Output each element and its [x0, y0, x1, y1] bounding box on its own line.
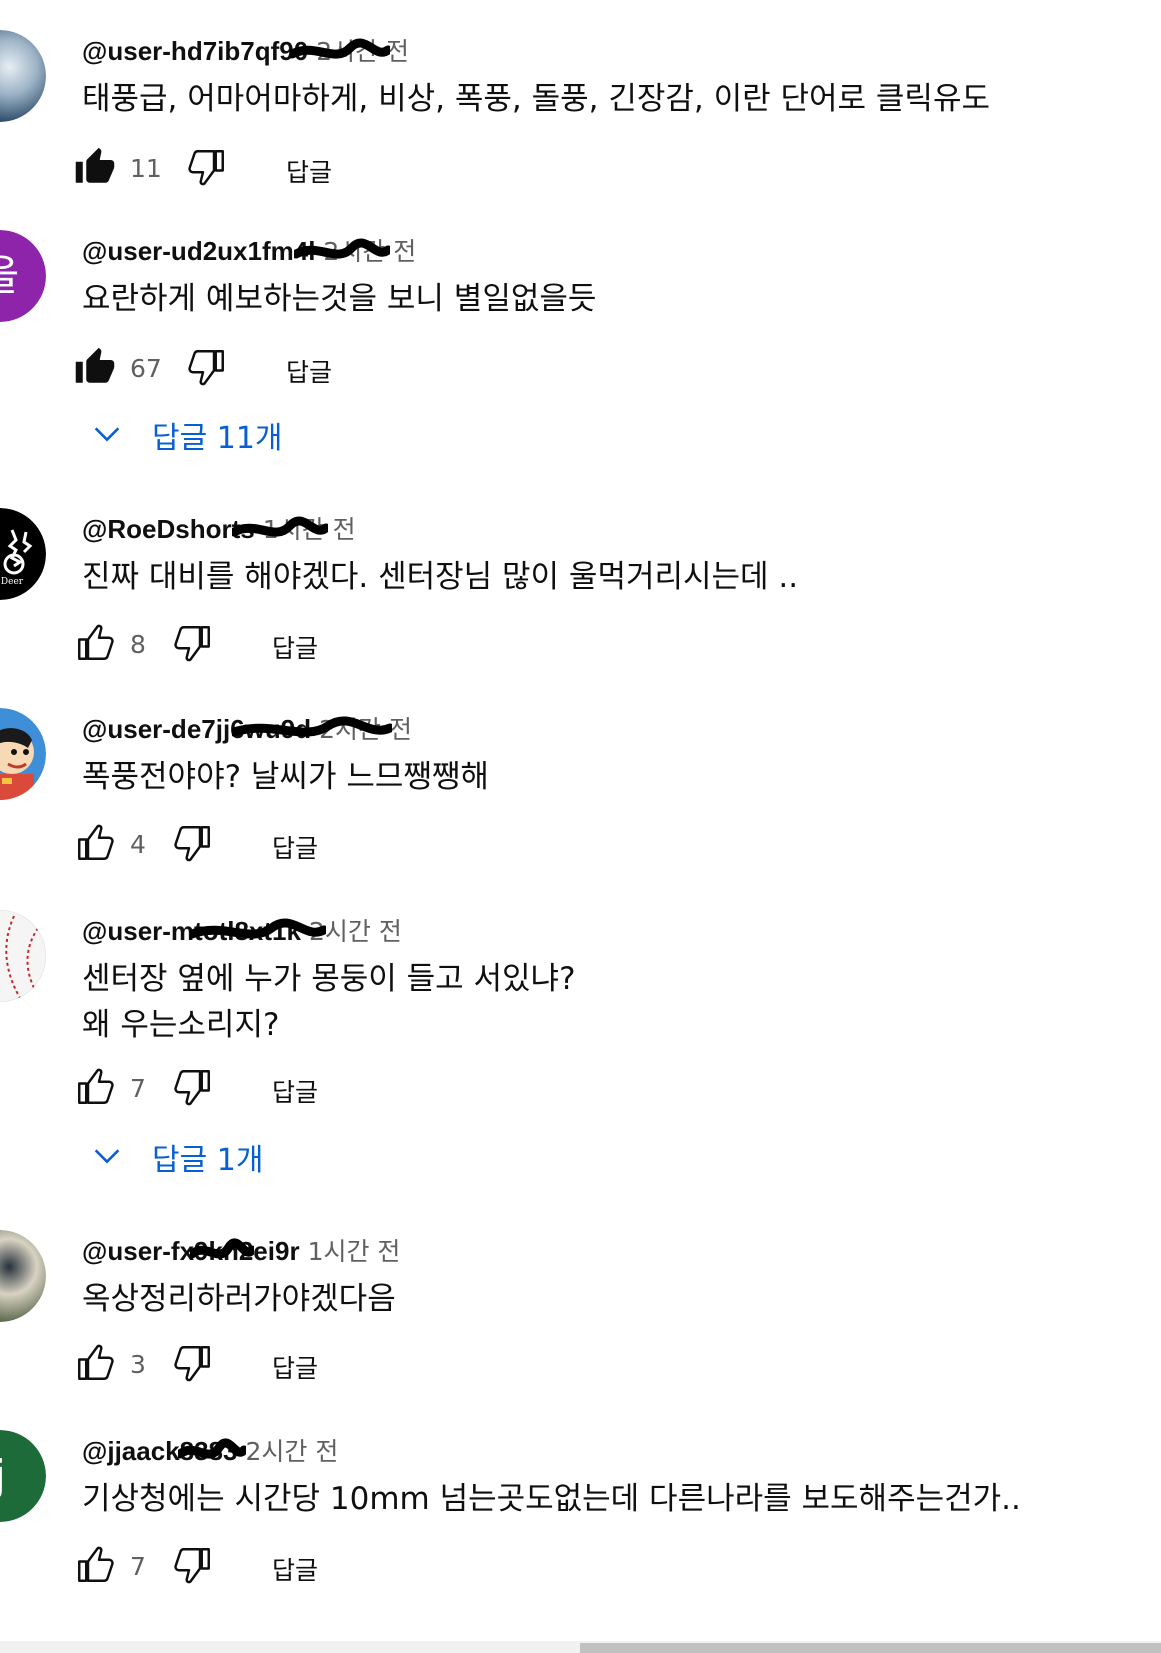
thumbs-up-icon — [74, 1344, 116, 1388]
thumbs-up-icon — [74, 824, 116, 868]
like-count: 7 — [130, 1552, 146, 1581]
thumbs-down-icon — [186, 150, 228, 192]
like-count: 3 — [130, 1350, 146, 1379]
like-button[interactable] — [74, 822, 116, 868]
avatar[interactable] — [0, 708, 46, 800]
comment-text: 기상청에는 시간당 10mm 넘는곳도없는데 다른나라를 보도해주는건가.. — [82, 1476, 1021, 1522]
comment-actions: 8 답글 — [78, 618, 378, 670]
like-button[interactable] — [74, 622, 116, 668]
comment-text-line: 태풍급, 어마어마하게, 비상, 폭풍, 돌풍, 긴장감, 이란 단어로 클릭유… — [82, 81, 990, 117]
reply-button[interactable]: 답글 — [272, 1349, 318, 1385]
redaction-scribble — [229, 516, 331, 548]
dislike-button[interactable] — [172, 1066, 214, 1112]
redaction-scribble — [187, 1238, 257, 1270]
horizontal-scrollbar-thumb[interactable] — [580, 1643, 1161, 1653]
thumbs-down-icon — [172, 826, 214, 868]
redaction-scribble — [287, 38, 393, 70]
comment-text-line: 옥상정리하러가야겠다음 — [82, 1281, 396, 1317]
comment-actions: 11 답글 — [75, 142, 378, 194]
thumbs-up-icon — [74, 1068, 116, 1112]
thumbs-down-icon — [186, 350, 228, 392]
like-button[interactable] — [74, 346, 116, 392]
reply-button[interactable]: 답글 — [286, 153, 332, 189]
dislike-button[interactable] — [186, 346, 228, 392]
like-button[interactable] — [74, 146, 116, 192]
reply-button[interactable]: 답글 — [286, 353, 332, 389]
show-replies-button[interactable]: 답글 11개 — [90, 409, 350, 459]
thumbs-down-icon — [172, 1548, 214, 1590]
dislike-button[interactable] — [186, 146, 228, 192]
thumbs-up-icon — [74, 624, 116, 668]
avatar[interactable]: Deer — [0, 508, 46, 600]
like-count: 4 — [130, 830, 146, 859]
thumbs-up-icon — [74, 347, 116, 392]
thumbs-up-icon — [74, 147, 116, 192]
avatar[interactable] — [0, 30, 46, 122]
comment-text: 태풍급, 어마어마하게, 비상, 폭풍, 돌풍, 긴장감, 이란 단어로 클릭유… — [82, 76, 990, 122]
comment-actions: 7 답글 — [78, 1062, 378, 1114]
avatar[interactable]: j — [0, 1430, 46, 1522]
comment-actions: 3 답글 — [78, 1338, 378, 1390]
avatar[interactable]: 을 — [0, 230, 46, 322]
author-name[interactable]: @user-hd7ib7qf90 — [82, 36, 308, 66]
reply-button[interactable]: 답글 — [272, 1551, 318, 1587]
thumbs-up-icon — [74, 1546, 116, 1590]
dislike-button[interactable] — [172, 622, 214, 668]
chevron-down-icon — [90, 1139, 124, 1177]
comment-actions: 4 답글 — [78, 818, 378, 870]
thumbs-down-icon — [172, 1070, 214, 1112]
author-name[interactable]: @user-ud2ux1fm4l — [82, 236, 315, 266]
like-count: 7 — [130, 1074, 146, 1103]
redaction-scribble — [187, 918, 329, 950]
comment-text: 폭풍전야야? 날씨가 느므쨍쨍해 — [82, 754, 489, 800]
svg-text:Deer: Deer — [1, 577, 24, 587]
reply-button[interactable]: 답글 — [272, 629, 318, 665]
show-replies-button[interactable]: 답글 1개 — [90, 1131, 350, 1181]
comment-text-line: 기상청에는 시간당 10mm 넘는곳도없는데 다른나라를 보도해주는건가.. — [82, 1481, 1021, 1517]
replies-count-label: 답글 11개 — [152, 421, 283, 456]
redaction-scribble — [175, 1438, 249, 1470]
comment-timestamp[interactable]: 1시간 전 — [308, 1237, 401, 1266]
avatar[interactable] — [0, 1230, 46, 1322]
comment-text: 요란하게 예보하는것을 보니 별일없을듯 — [82, 276, 596, 322]
like-count: 11 — [130, 154, 162, 183]
avatar[interactable] — [0, 910, 46, 1002]
comment-text-line: 폭풍전야야? 날씨가 느므쨍쨍해 — [82, 759, 489, 795]
author-name[interactable]: @RoeDshorts — [82, 514, 255, 544]
reply-button[interactable]: 답글 — [272, 829, 318, 865]
comment-actions: 7 답글 — [78, 1540, 378, 1592]
redaction-scribble — [291, 238, 393, 270]
like-count: 8 — [130, 630, 146, 659]
comment-text-line: 센터장 옆에 누가 몽둥이 들고 서있냐? — [82, 961, 576, 997]
thumbs-down-icon — [172, 1346, 214, 1388]
comment-text-line: 진짜 대비를 해야겠다. 센터장님 많이 울먹거리시는데 .. — [82, 559, 799, 595]
svg-text:j: j — [0, 1451, 6, 1500]
reply-button[interactable]: 답글 — [272, 1073, 318, 1109]
chevron-down-icon — [90, 417, 124, 455]
like-button[interactable] — [74, 1342, 116, 1388]
svg-text:을: 을 — [0, 251, 19, 300]
comment-text-line: 요란하게 예보하는것을 보니 별일없을듯 — [82, 281, 597, 317]
like-button[interactable] — [74, 1544, 116, 1590]
redaction-scribble — [229, 716, 395, 748]
comment-text: 옥상정리하러가야겠다음 — [82, 1276, 396, 1322]
dislike-button[interactable] — [172, 822, 214, 868]
comment-timestamp[interactable]: 2시간 전 — [245, 1437, 338, 1466]
like-count: 67 — [130, 354, 162, 383]
replies-count-label: 답글 1개 — [152, 1143, 264, 1178]
comment-text: 진짜 대비를 해야겠다. 센터장님 많이 울먹거리시는데 .. — [82, 554, 798, 600]
comment-text: 센터장 옆에 누가 몽둥이 들고 서있냐? 왜 우는소리지? — [82, 956, 576, 1048]
dislike-button[interactable] — [172, 1342, 214, 1388]
comment-actions: 67 답글 — [75, 342, 378, 394]
thumbs-down-icon — [172, 626, 214, 668]
dislike-button[interactable] — [172, 1544, 214, 1590]
comment-text-line: 왜 우는소리지? — [82, 1007, 280, 1043]
like-button[interactable] — [74, 1066, 116, 1112]
